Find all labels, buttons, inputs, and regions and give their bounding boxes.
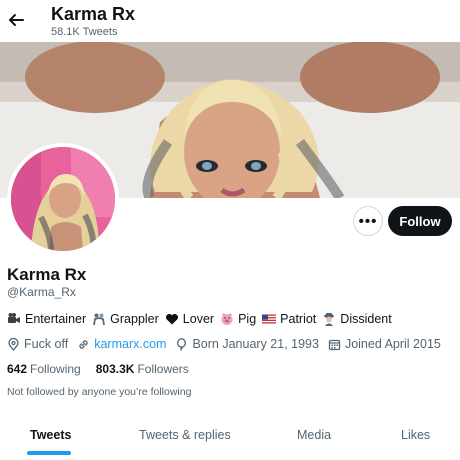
followers-count: 803.3K	[95, 362, 135, 376]
joined-text: Joined April 2015	[344, 337, 441, 351]
tab-tweets[interactable]: Tweets	[30, 428, 71, 442]
bio-item: Grappler	[110, 312, 159, 326]
us-flag-icon	[262, 312, 277, 326]
top-bar: Karma Rx 58.1K Tweets	[0, 0, 460, 42]
birthday-text: Born January 21, 1993	[192, 337, 319, 351]
profile-handle: @Karma_Rx	[7, 285, 76, 299]
tab-tweets-replies[interactable]: Tweets & replies	[139, 428, 231, 442]
calendar-icon	[328, 338, 341, 351]
balloon-icon	[175, 337, 188, 351]
follow-counts: 642 Following 803.3K Followers	[7, 362, 204, 376]
website[interactable]: karmarx.com	[77, 337, 166, 351]
header-title: Karma Rx	[51, 4, 136, 24]
more-options-icon: •••	[358, 212, 378, 230]
followers-link[interactable]: 803.3K Followers	[96, 362, 189, 376]
follow-status: Not followed by anyone you’re following	[7, 386, 192, 398]
tab-media[interactable]: Media	[297, 428, 331, 442]
profile-meta: Fuck off karmarx.com Born January 21, 19…	[7, 337, 450, 351]
profile-name: Karma Rx	[7, 265, 87, 284]
tab-likes[interactable]: Likes	[401, 428, 430, 442]
birthday: Born January 21, 1993	[175, 337, 319, 351]
bio-item: Pig	[238, 312, 257, 326]
black-heart-icon	[165, 312, 179, 326]
more-options-button[interactable]: •••	[353, 206, 383, 236]
follow-button[interactable]: Follow	[388, 206, 452, 236]
avatar[interactable]	[7, 143, 119, 255]
following-count: 642	[7, 362, 28, 376]
wrestler-icon	[92, 312, 106, 326]
bio-item: Patriot	[280, 312, 317, 326]
active-tab-indicator	[27, 451, 71, 455]
following-link[interactable]: 642 Following	[7, 362, 81, 376]
back-arrow-icon[interactable]	[6, 10, 26, 30]
website-link[interactable]: karmarx.com	[94, 337, 166, 351]
location-pin-icon	[7, 337, 20, 351]
bio-item: Lover	[182, 312, 215, 326]
following-label: Following	[30, 362, 81, 376]
link-icon	[77, 338, 90, 351]
bio-item: Entertainer	[25, 312, 87, 326]
bio-item: Dissident	[340, 312, 392, 326]
joined-date: Joined April 2015	[328, 337, 441, 351]
location-text: Fuck off	[24, 337, 69, 351]
followers-label: Followers	[137, 362, 189, 376]
pig-face-icon	[220, 312, 234, 326]
video-camera-icon	[7, 312, 21, 326]
location: Fuck off	[7, 337, 68, 351]
tweet-count: 58.1K Tweets	[51, 26, 118, 38]
profile-bio: Entertainer Grappler Lover Pig Patriot D…	[7, 312, 398, 326]
detective-icon	[322, 312, 336, 326]
